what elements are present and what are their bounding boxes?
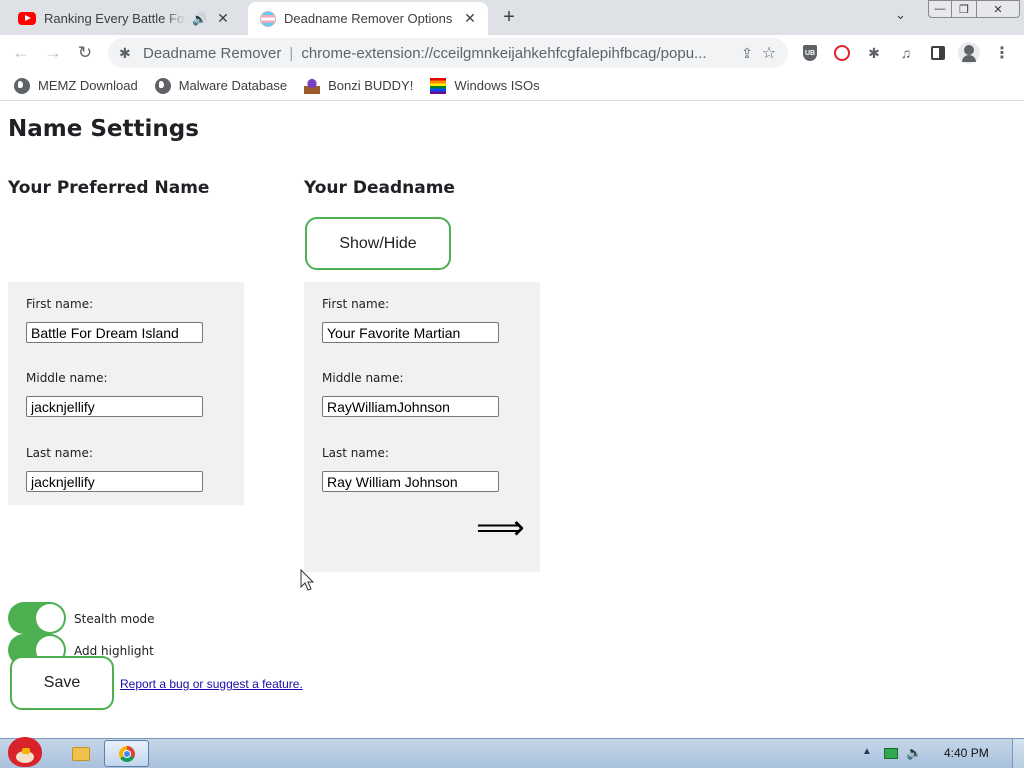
deadname-panel: First name: Middle name: Last name: ⟹ <box>304 282 540 572</box>
reload-button[interactable]: ↻ <box>73 41 97 65</box>
taskbar-explorer[interactable] <box>64 742 98 766</box>
opera-extension-icon[interactable] <box>832 43 852 63</box>
close-tab-icon[interactable]: ✕ <box>213 10 233 27</box>
bookmark-label: Malware Database <box>178 78 288 93</box>
kebab-menu-icon[interactable]: ⋮ <box>992 43 1012 63</box>
show-hide-button[interactable]: Show/Hide <box>305 217 451 270</box>
deadname-heading: Your Deadname <box>304 178 455 198</box>
tab-youtube[interactable]: Ranking Every Battle For Dream Island 🔊 … <box>8 2 246 35</box>
volume-icon[interactable]: 🔈 <box>906 745 922 761</box>
stealth-mode-toggle[interactable] <box>8 602 66 634</box>
bookmark-label: Windows ISOs <box>454 78 540 93</box>
url-text[interactable]: chrome-extension://cceilgmnkeijahkehfcgf… <box>301 45 728 62</box>
tray-expand-icon[interactable]: ▲ <box>862 746 872 757</box>
windows-taskbar: ▲ 🔈 4:40 PM <box>0 737 1024 768</box>
middle-name-label: Middle name: <box>322 371 404 385</box>
last-name-label: Last name: <box>26 446 93 460</box>
deadname-last-name-input[interactable] <box>322 471 499 492</box>
taskbar-chrome[interactable] <box>104 740 149 767</box>
media-control-icon[interactable]: ♫ <box>896 43 916 63</box>
stealth-mode-label: Stealth mode <box>74 612 155 626</box>
options-page: Name Settings Your Preferred Name Your D… <box>0 102 1024 738</box>
save-button[interactable]: Save <box>10 656 114 710</box>
bookmark-windows-isos[interactable]: Windows ISOs <box>430 77 540 94</box>
bookmark-star-icon[interactable]: ☆ <box>758 43 780 63</box>
bonzi-icon <box>304 77 321 94</box>
first-name-label: First name: <box>322 297 390 311</box>
forward-button[interactable]: → <box>41 41 65 65</box>
preferred-middle-name-input[interactable] <box>26 396 203 417</box>
deadname-first-name-input[interactable] <box>322 322 499 343</box>
maximize-button[interactable]: ❐ <box>951 0 977 18</box>
transgender-flag-icon <box>260 10 276 27</box>
new-tab-button[interactable]: + <box>498 6 520 28</box>
avatar-body <box>962 55 976 62</box>
tab-search-chevron-icon[interactable]: ⌄ <box>895 7 906 23</box>
ublock-origin-icon[interactable]: UB <box>800 43 820 63</box>
close-window-button[interactable]: ✕ <box>976 0 1020 18</box>
avatar-head <box>964 45 974 55</box>
share-icon[interactable]: ⇪ <box>736 45 758 62</box>
chrome-icon <box>118 745 135 762</box>
minimize-button[interactable]: — <box>928 0 952 18</box>
globe-icon <box>154 77 171 94</box>
tab-title: Ranking Every Battle For Dream Island <box>44 11 186 26</box>
preferred-last-name-input[interactable] <box>26 471 203 492</box>
tab-title: Deadname Remover Options <box>284 11 453 26</box>
deadname-middle-name-input[interactable] <box>322 396 499 417</box>
opera-ring <box>834 45 850 61</box>
network-icon[interactable] <box>884 748 898 759</box>
side-panel-shape <box>931 46 945 60</box>
extension-icon: ✱ <box>119 44 131 61</box>
tab-deadname-remover-options[interactable]: Deadname Remover Options ✕ <box>248 2 488 35</box>
ublock-shield: UB <box>803 45 817 61</box>
report-bug-link[interactable]: Report a bug or suggest a feature. <box>120 677 303 691</box>
show-desktop-button[interactable] <box>1012 739 1024 768</box>
bookmarks-bar: MEMZ Download Malware Database Bonzi BUD… <box>0 71 1024 101</box>
profile-avatar-icon[interactable] <box>958 42 980 64</box>
bookmark-malware-database[interactable]: Malware Database <box>154 77 288 94</box>
browser-toolbar: ← → ↻ ✱ Deadname Remover | chrome-extens… <box>0 35 1024 71</box>
taskbar-clock[interactable]: 4:40 PM <box>944 746 989 760</box>
close-tab-icon[interactable]: ✕ <box>460 10 480 27</box>
globe-icon <box>14 77 30 94</box>
bookmark-label: MEMZ Download <box>38 78 138 93</box>
address-bar[interactable]: ✱ Deadname Remover | chrome-extension://… <box>108 38 788 68</box>
last-name-label: Last name: <box>322 446 389 460</box>
bookmark-label: Bonzi BUDDY! <box>328 78 414 93</box>
preferred-name-panel: First name: Middle name: Last name: <box>8 282 244 505</box>
double-arrow-icon[interactable]: ⟹ <box>476 511 525 545</box>
back-button[interactable]: ← <box>9 41 33 65</box>
middle-name-label: Middle name: <box>26 371 108 385</box>
extensions-puzzle-icon[interactable]: ✱ <box>864 43 884 63</box>
speaker-icon[interactable]: 🔊 <box>192 12 207 26</box>
bookmark-memz-download[interactable]: MEMZ Download <box>14 77 138 94</box>
side-panel-icon[interactable] <box>928 43 948 63</box>
youtube-icon <box>18 12 36 25</box>
folder-icon <box>72 747 90 761</box>
mouse-pointer-icon <box>300 569 315 591</box>
rainbow-flag-icon <box>430 77 447 94</box>
page-title: Name Settings <box>8 116 199 142</box>
start-button[interactable] <box>4 733 46 768</box>
bookmark-bonzi-buddy[interactable]: Bonzi BUDDY! <box>304 77 414 94</box>
preferred-name-heading: Your Preferred Name <box>8 178 210 198</box>
url-separator: | <box>289 44 294 62</box>
angry-bird-icon <box>8 737 42 767</box>
tab-strip: Ranking Every Battle For Dream Island 🔊 … <box>0 0 1024 35</box>
site-name: Deadname Remover <box>143 44 282 62</box>
toggle-knob <box>36 604 64 632</box>
preferred-first-name-input[interactable] <box>26 322 203 343</box>
first-name-label: First name: <box>26 297 94 311</box>
